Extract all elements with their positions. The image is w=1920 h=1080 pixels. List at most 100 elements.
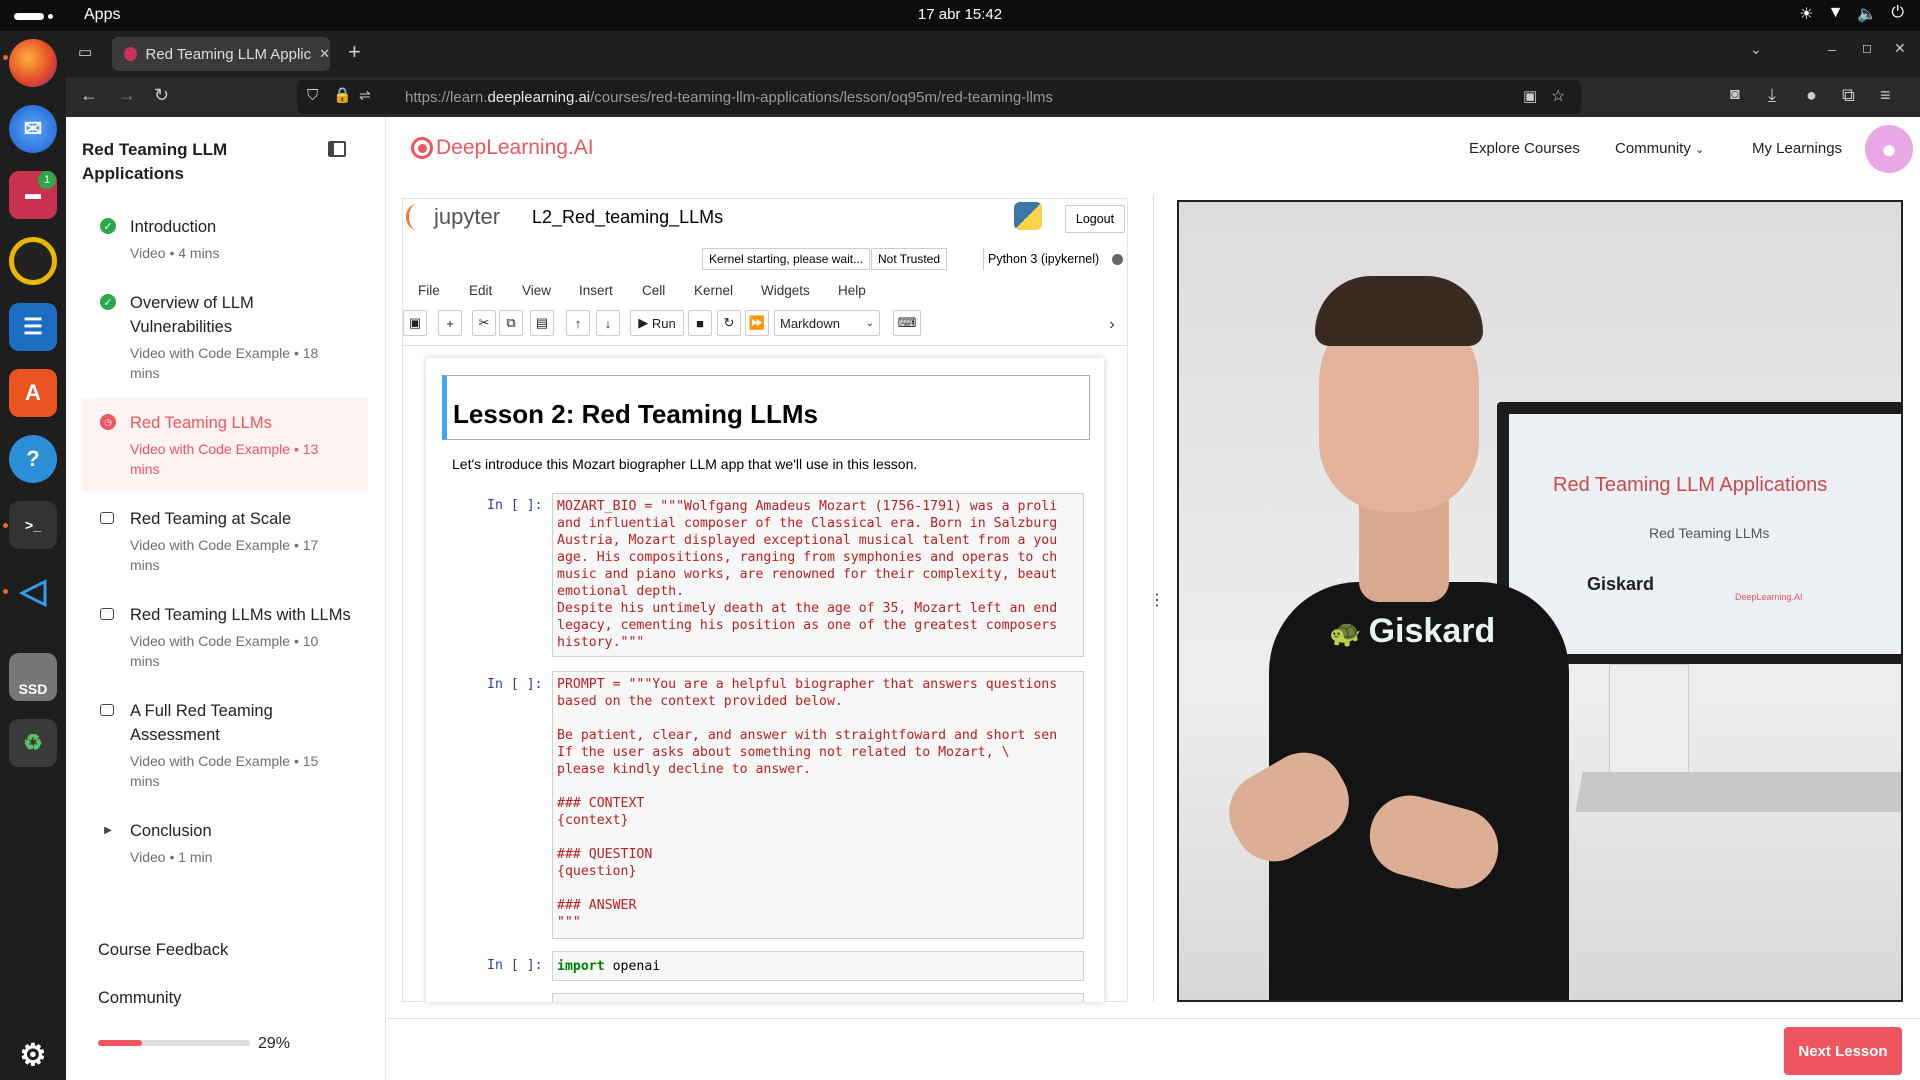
stop-icon[interactable]: ■ <box>688 310 712 336</box>
screen-brand-giskard: Giskard <box>1587 574 1655 594</box>
url-domain: deeplearning.ai <box>487 88 591 106</box>
menu-edit[interactable]: Edit <box>469 283 492 298</box>
writer-icon[interactable]: ☰ <box>9 303 57 351</box>
lesson-item-full-assessment[interactable]: A Full Red Teaming Assessment Video with… <box>82 699 367 795</box>
chevron-down-icon: ⌄ <box>865 317 874 329</box>
lesson-item-conclusion[interactable]: ▶ Conclusion Video • 1 min <box>82 819 367 869</box>
clock[interactable]: 17 abr 15:42 <box>0 6 1920 23</box>
lesson-title: Red Teaming LLMs with LLMs <box>130 606 351 624</box>
kernel-name[interactable]: Python 3 (ipykernel) <box>983 248 1099 270</box>
drag-handle-icon[interactable]: ⋮ <box>1149 590 1165 610</box>
code-text: MOZART_BIO = """Wolfgang Amadeus Mozart … <box>557 499 1058 650</box>
restart-icon[interactable]: ↻ <box>717 310 741 336</box>
tab-title: Red Teaming LLM Applica <box>145 45 312 63</box>
close-window-icon[interactable]: ✕ <box>1894 40 1906 57</box>
app-center-icon[interactable]: A <box>9 369 57 417</box>
extensions-icon[interactable]: ⧉ <box>1842 85 1855 106</box>
trash-icon[interactable]: ♻ <box>9 719 57 767</box>
forward-icon[interactable]: → <box>118 85 136 106</box>
collapse-sidebar-icon[interactable] <box>328 141 346 157</box>
reload-icon[interactable]: ↻ <box>154 85 169 106</box>
run-button[interactable]: ▶ Run <box>630 310 684 336</box>
course-feedback-link[interactable]: Course Feedback <box>98 941 228 960</box>
code-cell-partial[interactable] <box>552 993 1084 1002</box>
chevron-down-icon: ⌄ <box>1695 144 1705 156</box>
menu-insert[interactable]: Insert <box>579 283 613 298</box>
tab-overview-icon[interactable]: ▭ <box>78 43 92 61</box>
turtle-icon: 🐢 <box>1329 618 1369 648</box>
copy-icon[interactable]: ⧉ <box>499 310 523 336</box>
site-logo[interactable]: DeepLearning.AI <box>436 136 594 160</box>
fast-forward-icon[interactable]: ⏩ <box>745 310 769 336</box>
nav-my-learnings[interactable]: My Learnings <box>1752 140 1842 157</box>
thunderbird-icon[interactable]: ✉ <box>9 105 57 153</box>
maximize-icon[interactable]: ◻ <box>1862 41 1872 55</box>
menu-file[interactable]: File <box>418 283 440 298</box>
url-prefix: https://learn. <box>405 88 488 106</box>
pocket-icon[interactable]: ◙ <box>1730 86 1740 104</box>
help-icon[interactable]: ? <box>9 435 57 483</box>
community-link[interactable]: Community <box>98 989 181 1008</box>
power-icon: ⏻ <box>1891 4 1904 21</box>
lesson-item-red-teaming-at-scale[interactable]: Red Teaming at Scale Video with Code Exa… <box>82 507 367 579</box>
add-cell-icon[interactable]: + <box>438 310 462 336</box>
lesson-item-red-teaming-llms[interactable]: ◷ Red Teaming LLMs Video with Code Examp… <box>82 411 367 483</box>
logout-button[interactable]: Logout <box>1065 205 1125 233</box>
shield-icon[interactable]: ⛉ <box>307 87 318 104</box>
rhythmbox-icon[interactable] <box>9 237 57 285</box>
account-icon[interactable]: ● <box>1806 85 1817 106</box>
lesson-video-player[interactable]: Red Teaming LLM Applications Red Teaming… <box>1177 200 1903 1002</box>
code-cell-prompt[interactable]: PROMPT = """You are a helpful biographer… <box>552 671 1084 939</box>
screen-subtitle: Red Teaming LLMs <box>1649 525 1770 541</box>
deeplearning-logo-icon[interactable] <box>411 137 433 159</box>
show-apps-icon[interactable]: ⚙ <box>9 1031 57 1079</box>
move-down-icon[interactable]: ↓ <box>596 310 620 336</box>
cut-icon[interactable]: ✂ <box>472 310 496 336</box>
url-field[interactable]: ⛉ 🔒 ⇌ https://learn. deeplearning.ai/cour… <box>297 80 1581 114</box>
menu-view[interactable]: View <box>522 283 551 298</box>
menu-icon[interactable]: ≡ <box>1880 85 1891 106</box>
jupyter-brand[interactable]: jupyter <box>434 204 500 230</box>
reader-view-icon[interactable]: ▣ <box>1523 87 1537 105</box>
bookmark-star-icon[interactable]: ☆ <box>1551 86 1565 106</box>
downloads-icon[interactable]: ⤓ <box>1768 85 1776 106</box>
ssd-drive-icon[interactable]: SSD <box>9 653 57 701</box>
back-icon[interactable]: ← <box>80 85 98 106</box>
lock-icon[interactable]: 🔒 <box>333 86 352 104</box>
close-tab-icon[interactable]: ✕ <box>319 46 330 62</box>
menu-kernel[interactable]: Kernel <box>694 283 733 298</box>
nav-explore-courses[interactable]: Explore Courses <box>1469 140 1580 157</box>
nav-community[interactable]: Community ⌄ <box>1615 140 1704 157</box>
code-cell-mozart-bio[interactable]: MOZART_BIO = """Wolfgang Amadeus Mozart … <box>552 493 1084 657</box>
tab-list-chevron-icon[interactable]: ⌄ <box>1750 41 1762 58</box>
kernel-busy-indicator <box>1112 254 1123 265</box>
lesson-item-introduction[interactable]: ✓ Introduction Video • 4 mins <box>82 215 367 265</box>
notebook-name[interactable]: L2_Red_teaming_LLMs <box>532 207 723 228</box>
next-lesson-button[interactable]: Next Lesson <box>1784 1027 1902 1075</box>
menu-help[interactable]: Help <box>838 283 866 298</box>
expand-chevron-icon[interactable]: › <box>1098 312 1126 338</box>
menu-cell[interactable]: Cell <box>642 283 665 298</box>
trust-indicator[interactable]: Not Trusted <box>871 248 948 270</box>
lesson-item-llms-with-llms[interactable]: Red Teaming LLMs with LLMs Video with Co… <box>82 603 367 675</box>
paste-icon[interactable]: ▤ <box>530 310 554 336</box>
avatar[interactable]: ● <box>1865 125 1913 173</box>
new-tab-icon[interactable]: + <box>348 39 361 65</box>
play-icon: ▶ <box>100 822 116 838</box>
code-cell-import[interactable]: import openai <box>552 951 1084 981</box>
keyboard-icon[interactable]: ⌨ <box>893 310 921 336</box>
firefox-icon[interactable] <box>9 39 57 87</box>
browser-tab-active[interactable]: Red Teaming LLM Applica ✕ <box>112 37 330 71</box>
minimize-icon[interactable]: – <box>1828 41 1836 57</box>
permissions-icon[interactable]: ⇌ <box>359 87 371 104</box>
lesson-item-overview[interactable]: ✓ Overview of LLM Vulnerabilities Video … <box>82 291 367 387</box>
save-icon[interactable]: ▣ <box>403 310 427 336</box>
terminal-icon[interactable]: >_ <box>9 501 57 549</box>
system-tray[interactable]: ☀ ▼ 🔈 ⏻ <box>1799 4 1904 24</box>
cell-type-select[interactable]: Markdown ⌄ <box>774 310 880 336</box>
menu-widgets[interactable]: Widgets <box>761 283 810 298</box>
vscode-icon[interactable]: ◁ <box>9 567 57 615</box>
play-icon: ▶ <box>638 315 652 330</box>
move-up-icon[interactable]: ↑ <box>566 310 590 336</box>
progress-label: 29% <box>258 1035 291 1052</box>
